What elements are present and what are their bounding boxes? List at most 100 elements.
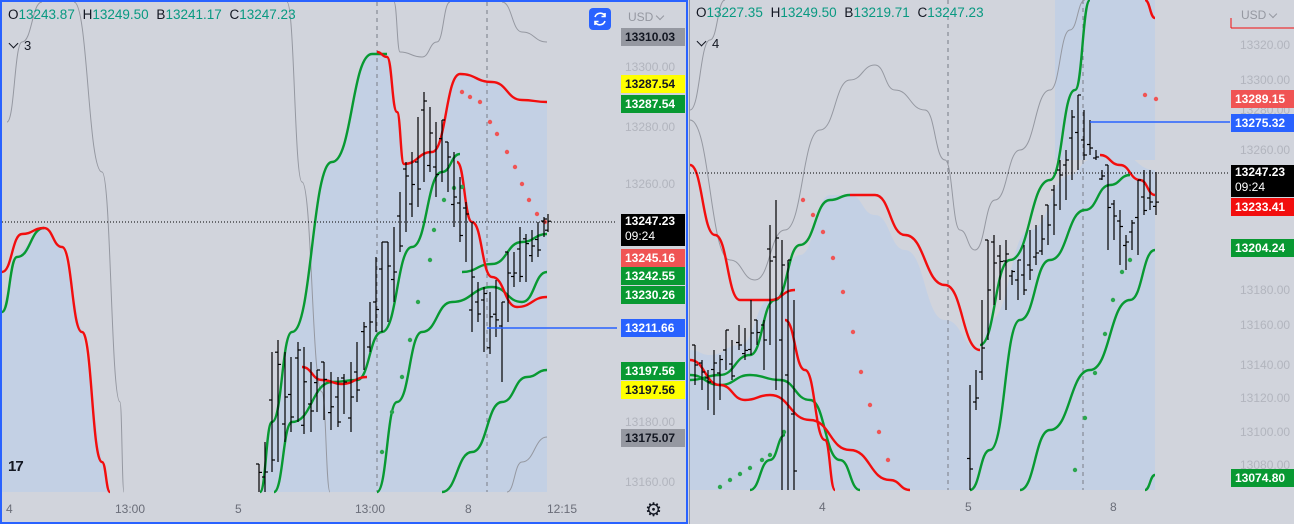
sync-icon-glyph bbox=[594, 12, 606, 26]
tradingview-logo: 17 bbox=[8, 458, 24, 475]
envelope-line bbox=[501, 2, 548, 43]
chart-canvas-right[interactable] bbox=[690, 0, 1294, 524]
sar-dot bbox=[737, 471, 743, 477]
ohlc-open-key: O bbox=[8, 7, 19, 22]
price-label: 13245.16 bbox=[621, 249, 685, 267]
time-tick: 5 bbox=[965, 500, 972, 514]
price-label: 13197.56 bbox=[621, 362, 685, 380]
chart-pane-left[interactable]: O13243.87 H13249.50 B13241.17 C13247.23 … bbox=[0, 0, 688, 524]
currency-selector-left[interactable]: USD bbox=[628, 10, 663, 24]
ohlc-close-value: 13247.23 bbox=[239, 7, 296, 22]
time-tick: 5 bbox=[235, 502, 242, 516]
sar-dot bbox=[1072, 467, 1078, 473]
sar-dot bbox=[850, 329, 856, 335]
sar-dot bbox=[487, 119, 493, 125]
ohlc-high-value: 13249.50 bbox=[92, 7, 149, 22]
sar-dot bbox=[431, 227, 437, 233]
indicator-count: 4 bbox=[712, 36, 720, 51]
ohlc-high-key: H bbox=[82, 7, 93, 22]
price-tick: 13260.00 bbox=[1240, 143, 1291, 157]
sar-dot bbox=[504, 149, 510, 155]
time-tick: 8 bbox=[465, 502, 472, 516]
ohlc-high-key: H bbox=[770, 5, 781, 20]
price-tick: 13280.00 bbox=[625, 120, 676, 134]
time-tick: 13:00 bbox=[355, 502, 386, 516]
ohlc-low-value: 13241.17 bbox=[165, 7, 222, 22]
price-tick: 13140.00 bbox=[1240, 358, 1291, 372]
sar-dot bbox=[717, 484, 723, 490]
price-tick: 13100.00 bbox=[1240, 425, 1291, 439]
sar-dot bbox=[534, 211, 540, 217]
sar-dot bbox=[467, 94, 473, 100]
currency-selector-right[interactable]: USD bbox=[1241, 8, 1276, 22]
sar-dot bbox=[519, 181, 525, 187]
sar-dot bbox=[767, 452, 773, 458]
band-fill bbox=[260, 52, 547, 492]
sar-dot bbox=[1119, 269, 1125, 275]
chart-pane-right[interactable]: O13227.35 H13249.50 B13219.71 C13247.23 … bbox=[689, 0, 1294, 524]
price-tick: 13260.00 bbox=[625, 177, 676, 191]
sar-dot bbox=[459, 89, 465, 95]
gear-icon[interactable]: ⚙ bbox=[645, 499, 662, 522]
sar-dot bbox=[1127, 257, 1133, 263]
currency-label: USD bbox=[1241, 8, 1267, 22]
ohlc-open-value: 13243.87 bbox=[18, 7, 75, 22]
sar-dot bbox=[379, 449, 385, 455]
envelope-line bbox=[393, 2, 451, 58]
chart-canvas-left[interactable] bbox=[2, 2, 686, 522]
price-tick: 13300.00 bbox=[625, 60, 676, 74]
sync-icon[interactable] bbox=[589, 8, 611, 30]
sar-dot bbox=[477, 99, 483, 105]
ohlc-legend-right: O13227.35 H13249.50 B13219.71 C13247.23 bbox=[696, 5, 988, 20]
price-label: 13233.41 bbox=[1231, 198, 1294, 216]
time-axis-bg bbox=[690, 490, 1230, 524]
ohlc-open-key: O bbox=[696, 5, 707, 20]
price-tick: 13180.00 bbox=[1240, 283, 1291, 297]
price-label: 13211.66 bbox=[621, 319, 685, 337]
sar-dot bbox=[830, 255, 836, 261]
ohlc-low-value: 13219.71 bbox=[853, 5, 910, 20]
sar-dot bbox=[747, 465, 753, 471]
sar-dot bbox=[1110, 297, 1116, 303]
price-label: 13074.80 bbox=[1231, 469, 1294, 487]
price-label: 13197.56 bbox=[621, 381, 685, 399]
sar-dot bbox=[727, 477, 733, 483]
chevron-down-icon bbox=[8, 38, 19, 49]
time-tick: 8 bbox=[1110, 500, 1117, 514]
band-fill bbox=[690, 155, 1155, 490]
sar-dot bbox=[389, 409, 395, 415]
price-label: 13287.54 bbox=[621, 75, 685, 93]
sar-dot bbox=[867, 402, 873, 408]
sar-dot bbox=[399, 374, 405, 380]
sar-dot bbox=[427, 257, 433, 263]
sar-dot bbox=[820, 229, 826, 235]
time-axis-bg bbox=[2, 492, 617, 522]
sar-dot bbox=[876, 429, 882, 435]
indicator-toggle-right[interactable]: 4 bbox=[696, 36, 720, 51]
ohlc-high-value: 13249.50 bbox=[780, 5, 837, 20]
price-label: 13287.54 bbox=[621, 95, 685, 113]
price-label: 13230.26 bbox=[621, 286, 685, 304]
sar-dot bbox=[1102, 331, 1108, 337]
band-fill bbox=[2, 227, 110, 492]
time-tick: 4 bbox=[819, 500, 826, 514]
price-label: 13275.32 bbox=[1231, 114, 1294, 132]
sar-dot bbox=[407, 337, 413, 343]
sar-dot bbox=[1153, 96, 1159, 102]
price-label: 13204.24 bbox=[1231, 239, 1294, 257]
price-tick: 13120.00 bbox=[1240, 391, 1291, 405]
sar-dot bbox=[885, 457, 891, 463]
chevron-down-icon bbox=[696, 36, 707, 47]
sar-dot bbox=[1092, 370, 1098, 376]
ohlc-close-key: C bbox=[229, 7, 240, 22]
sar-dot bbox=[800, 197, 806, 203]
time-tick: 12:15 bbox=[547, 502, 578, 516]
sar-dot bbox=[526, 197, 532, 203]
currency-label: USD bbox=[628, 10, 654, 24]
price-label: 13289.15 bbox=[1231, 90, 1294, 108]
sar-dot bbox=[1082, 415, 1088, 421]
indicator-toggle-left[interactable]: 3 bbox=[8, 38, 31, 53]
price-tick: 13300.00 bbox=[1240, 73, 1291, 87]
sar-dot bbox=[840, 289, 846, 295]
price-tick: 13320.00 bbox=[1240, 38, 1291, 52]
